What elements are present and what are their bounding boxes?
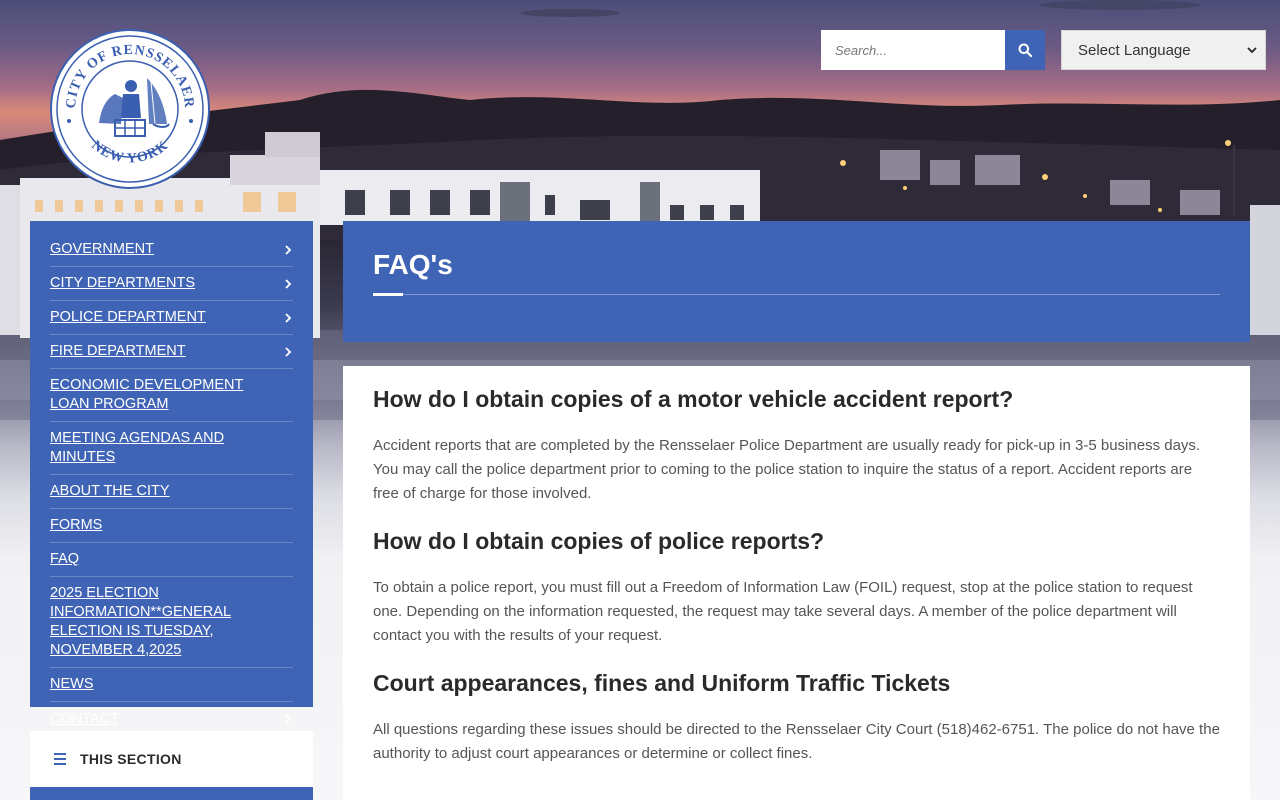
sidebar-nav: GOVERNMENT CITY DEPARTMENTS POLICE DEPARTM…: [30, 221, 313, 727]
sidebar-item-label: ABOUT THE CITY: [50, 483, 170, 499]
faq-item: How do I obtain copies of a motor vehicl…: [373, 384, 1220, 506]
faq-answer: To obtain a police report, you must fill…: [373, 579, 1193, 644]
sidebar-item-label: ECONOMIC DEVELOPMENT LOAN PROGRAM: [50, 377, 244, 412]
sidebar-item-government[interactable]: GOVERNMENT: [50, 233, 293, 267]
search-button[interactable]: [1005, 30, 1045, 70]
chevron-right-icon: [285, 346, 292, 357]
faq-item: Court appearances, fines and Uniform Tra…: [373, 668, 1220, 766]
sidebar-item-about-the-city[interactable]: ABOUT THE CITY: [50, 475, 293, 509]
sidebar-item-label: 2025 ELECTION INFORMATION**GENERAL ELECT…: [50, 585, 232, 658]
sidebar-item-news[interactable]: NEWS: [50, 668, 293, 702]
sidebar-item-meeting-agendas-and-minutes[interactable]: MEETING AGENDAS AND MINUTES: [50, 422, 293, 475]
this-section-toggle[interactable]: THIS SECTION: [30, 731, 313, 787]
sidebar-item-label: MEETING AGENDAS AND MINUTES: [50, 430, 225, 465]
chevron-down-icon: [1247, 46, 1257, 53]
sidebar-item-2025-election-information-general-electi[interactable]: 2025 ELECTION INFORMATION**GENERAL ELECT…: [50, 577, 293, 668]
sidebar-item-label: FORMS: [50, 517, 103, 533]
faq-answer: Accident reports that are completed by t…: [373, 437, 1201, 502]
sidebar-item-label: NEWS: [50, 676, 94, 692]
sidebar-item-police-department[interactable]: POLICE DEPARTMENT: [50, 301, 293, 335]
city-seal-logo[interactable]: CITY OF RENSSELAER NEW YORK: [49, 28, 211, 190]
language-select-label: Select Language: [1078, 41, 1191, 59]
this-section-label: THIS SECTION: [80, 751, 182, 767]
sidebar-item-faq[interactable]: FAQ: [50, 543, 293, 577]
faq-answer: All questions regarding these issues sho…: [373, 721, 1220, 762]
chevron-right-icon: [285, 244, 292, 255]
section-menu-strip: [30, 787, 313, 800]
sidebar-item-label: CITY DEPARTMENTS: [50, 275, 196, 291]
sidebar-item-economic-development-loan-program[interactable]: ECONOMIC DEVELOPMENT LOAN PROGRAM: [50, 369, 293, 422]
sidebar-item-label: CONTACT: [50, 710, 120, 727]
sidebar-item-label: FAQ: [50, 551, 80, 567]
menu-icon: [54, 753, 66, 765]
chevron-right-icon: [285, 714, 292, 724]
sidebar-item-city-departments[interactable]: CITY DEPARTMENTS: [50, 267, 293, 301]
city-seal-icon: CITY OF RENSSELAER NEW YORK: [50, 29, 210, 189]
sidebar-item-label: GOVERNMENT: [50, 241, 154, 257]
page-title: FAQ's: [373, 249, 453, 280]
page-title-banner: FAQ's: [343, 221, 1250, 342]
faq-question: How do I obtain copies of police reports…: [373, 528, 825, 554]
sidebar-item-label: POLICE DEPARTMENT: [50, 309, 206, 325]
title-divider: [373, 293, 1220, 296]
chevron-right-icon: [285, 278, 292, 289]
sidebar-item-forms[interactable]: FORMS: [50, 509, 293, 543]
chevron-right-icon: [285, 312, 292, 323]
faq-content: How do I obtain copies of a motor vehicl…: [343, 366, 1250, 800]
language-select[interactable]: Select Language: [1061, 30, 1266, 70]
faq-question: How do I obtain copies of a motor vehicl…: [373, 386, 1014, 412]
sidebar-item-label: FIRE DEPARTMENT: [50, 343, 186, 359]
search-input[interactable]: [821, 30, 1005, 70]
faq-item: How do I obtain copies of police reports…: [373, 526, 1220, 648]
search-icon: [1018, 43, 1032, 57]
faq-question: Court appearances, fines and Uniform Tra…: [373, 670, 951, 696]
sidebar-item-fire-department[interactable]: FIRE DEPARTMENT: [50, 335, 293, 369]
